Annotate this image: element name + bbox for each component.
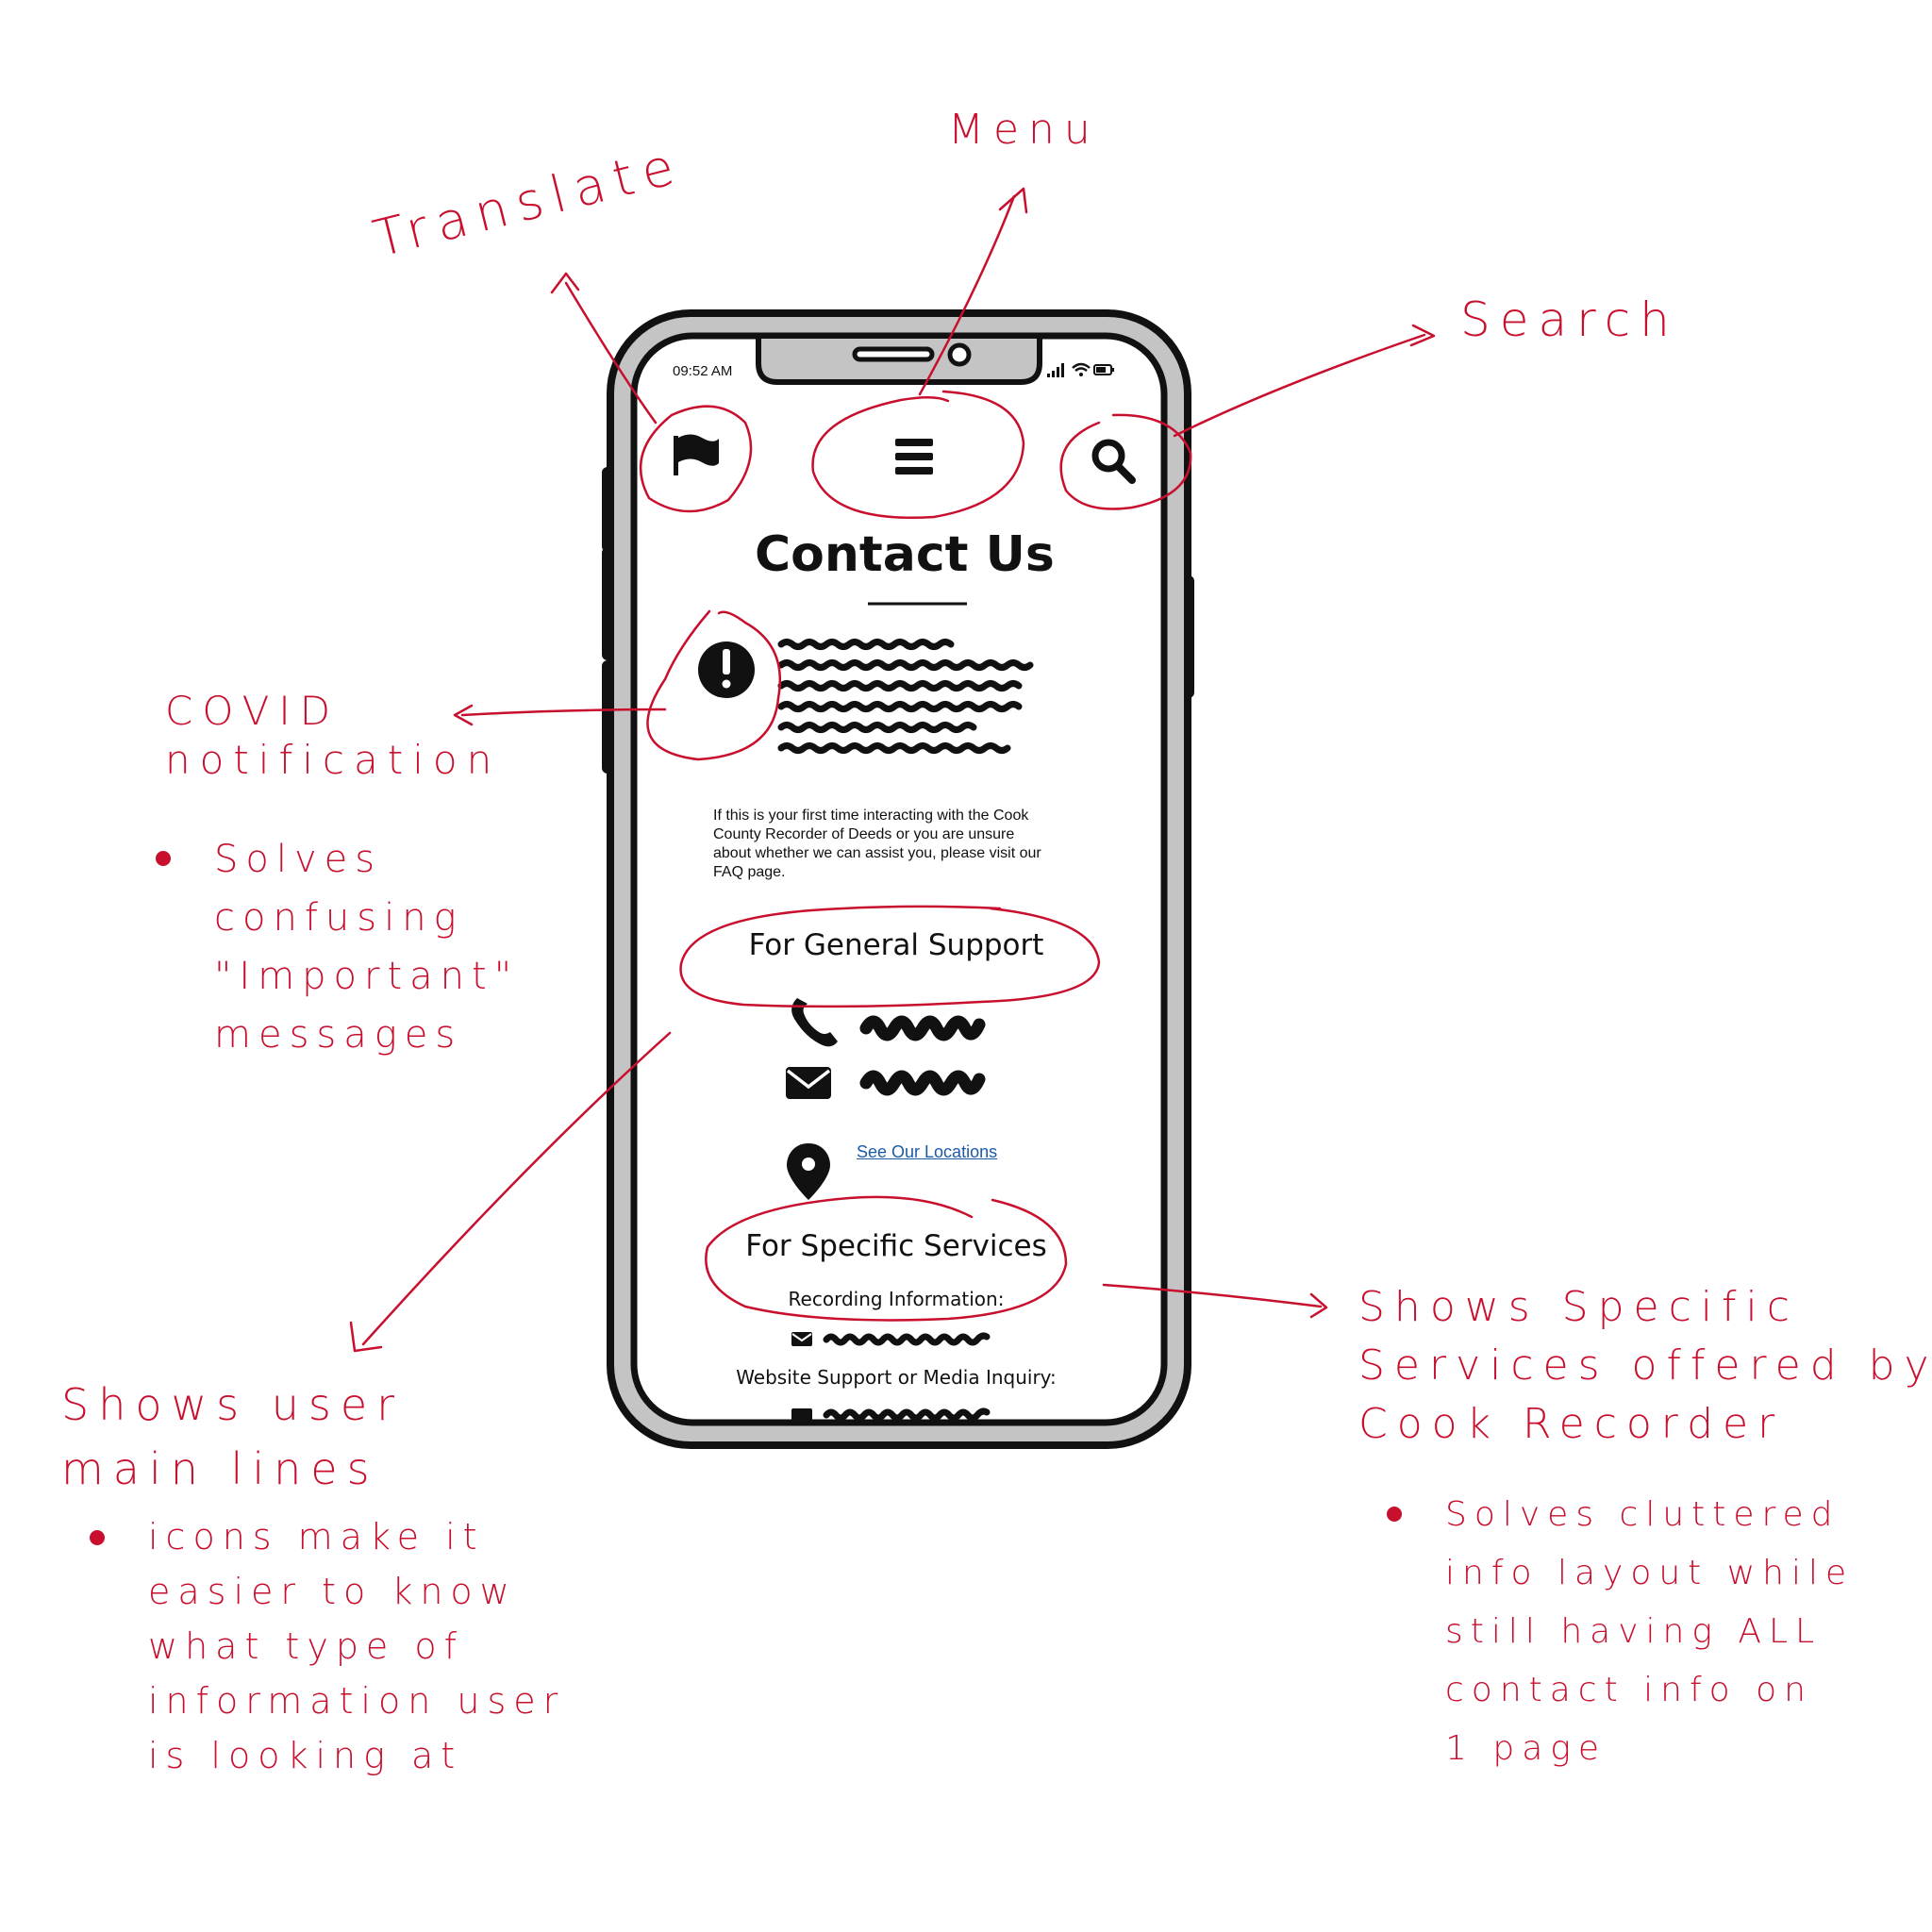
annotation-line: confusing	[214, 896, 464, 940]
annotation-line: messages	[214, 1013, 463, 1057]
hamburger-menu-icon[interactable]	[895, 439, 933, 475]
annotation-line: 1 page	[1445, 1729, 1607, 1768]
annotation-services: Shows Specific Services offered by Cook …	[1358, 1278, 1932, 1454]
exclamation-circle-icon	[698, 641, 755, 698]
general-support-heading: For General Support	[748, 928, 1044, 962]
annotation-line: notification	[165, 737, 502, 783]
annotation-line: Shows user	[61, 1379, 405, 1430]
website-support-label: Website Support or Media Inquiry:	[736, 1366, 1057, 1389]
annotation-line: what type of	[148, 1625, 465, 1667]
page-title: Contact Us	[755, 526, 1055, 583]
annotation-line: COVID	[165, 688, 341, 734]
recording-information-label: Recording Information:	[788, 1288, 1005, 1310]
annotation-covid: COVID notification	[165, 687, 501, 785]
annotation-line: is looking at	[148, 1735, 463, 1776]
bullet-dot	[156, 851, 171, 866]
bullet-dot	[90, 1530, 105, 1545]
annotation-line: Services offered by	[1358, 1341, 1932, 1390]
annotation-bullet: Solves confusing "Important" messages	[156, 830, 519, 1064]
phone-speaker	[852, 346, 935, 362]
intro-line: County Recorder of Deeds or you are unsu…	[713, 826, 1015, 842]
bullet-dot	[1387, 1507, 1402, 1522]
annotation-bullet: Solves cluttered info layout while still…	[1387, 1486, 1854, 1778]
annotation-search: Search	[1460, 292, 1679, 347]
specific-services-heading: For Specific Services	[745, 1229, 1047, 1263]
search-arrow	[1173, 333, 1426, 438]
annotation-line: main lines	[61, 1443, 379, 1494]
annotation-line: "Important"	[214, 955, 520, 998]
annotation-line: Cook Recorder	[1358, 1400, 1785, 1448]
annotation-line: still having ALL	[1445, 1612, 1823, 1651]
see-locations-link[interactable]: See Our Locations	[857, 1142, 997, 1162]
annotation-user-lines-bullets: icons make it easier to know what type o…	[90, 1509, 565, 1783]
annotation-line: icons make it	[148, 1516, 485, 1557]
phone-camera	[947, 342, 972, 367]
annotation-covid-bullets: Solves confusing "Important" messages	[156, 830, 519, 1064]
intro-paragraph: If this is your first time interacting w…	[713, 807, 1041, 882]
annotation-line: Solves cluttered	[1445, 1495, 1840, 1534]
annotation-line: contact info on	[1445, 1671, 1813, 1709]
annotation-bullet: icons make it easier to know what type o…	[90, 1509, 565, 1783]
envelope-icon	[791, 1408, 812, 1423]
annotation-line: Shows Specific	[1358, 1283, 1799, 1331]
annotation-line: information user	[148, 1680, 566, 1722]
annotation-line: info layout while	[1445, 1554, 1855, 1592]
intro-line: If this is your first time interacting w…	[713, 808, 1029, 824]
annotation-user-lines: Shows user main lines	[61, 1373, 404, 1501]
envelope-icon	[791, 1332, 812, 1346]
status-time: 09:52 AM	[673, 363, 733, 379]
intro-line: about whether we can assist you, please …	[713, 845, 1041, 861]
annotation-line: Solves	[214, 838, 383, 881]
envelope-icon	[786, 1067, 831, 1099]
annotation-services-bullets: Solves cluttered info layout while still…	[1387, 1486, 1854, 1778]
annotation-menu: Menu	[948, 106, 1100, 154]
intro-line[interactable]: FAQ page.	[713, 863, 1041, 882]
user-lines-arrowhead	[349, 1321, 383, 1353]
annotation-line: easier to know	[148, 1571, 517, 1612]
